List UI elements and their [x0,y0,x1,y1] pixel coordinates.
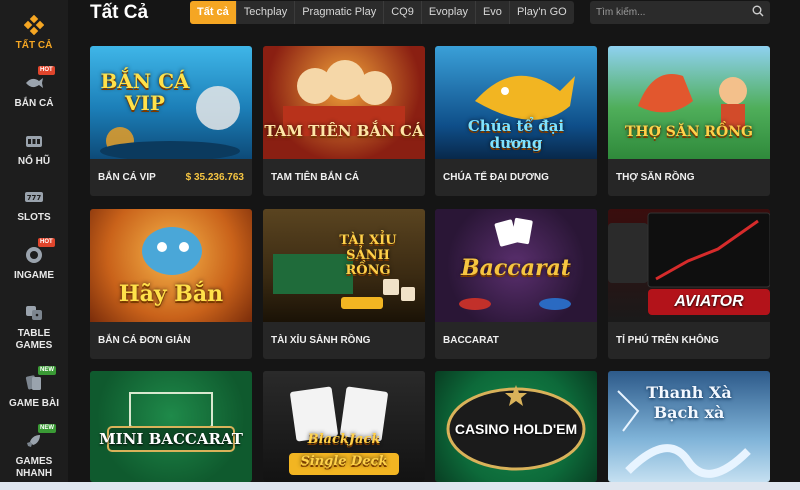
page-title: Tất Cả [90,2,149,23]
game-name: TÀI XỈU SẢNH RỒNG [271,335,371,346]
game-thumbnail: CASINO HOLD'EM [435,371,597,482]
chip-icon: HOT [22,238,55,266]
grid-icon [22,14,46,36]
game-art-title: TÀI XỈU SẢNH RỒNG [339,233,397,278]
new-badge: NEW [38,366,56,375]
sidebar-item-game-bai[interactable]: NEW GAME BÀI [0,366,68,410]
game-art-title: Chúa tể đại dương [467,117,565,152]
provider-tabs: Tất cả Techplay Pragmatic Play CQ9 Evopl… [190,1,574,24]
game-thumbnail: AVIATOR [608,209,770,322]
tab-all[interactable]: Tất cả [190,1,237,24]
new-badge: NEW [38,424,56,433]
coin-icon: $ [185,172,194,183]
game-card[interactable]: CASINO HOLD'EM [435,371,597,482]
game-thumbnail: TÀI XỈU SẢNH RỒNG [263,209,425,322]
jackpot-value: 35.236.763 [193,172,244,183]
game-card[interactable]: TÀI XỈU SẢNH RỒNG TÀI XỈU SẢNH RỒNG [263,209,425,359]
sidebar-item-ingame[interactable]: HOT INGAME [0,238,68,282]
cards-icon: NEW [22,366,56,394]
sidebar-item-label: SLOTS [17,212,51,223]
game-thumbnail: MINI BACCARAT [90,371,252,482]
sidebar-item-slots[interactable]: 777 SLOTS [0,186,68,224]
jackpot-amount: $ 35.236.763 [186,159,244,196]
game-art-title: Baccarat [461,255,571,281]
sidebar-item-table-games[interactable]: TABLE GAMES [0,302,68,352]
hot-badge: HOT [38,238,55,247]
game-card[interactable]: THỢ SĂN RỒNG THỢ SĂN RỒNG [608,46,770,196]
tab-playngo[interactable]: Play'n GO [510,1,574,24]
game-card[interactable]: AVIATOR TỈ PHÚ TRÊN KHÔNG [608,209,770,359]
search-input[interactable] [596,7,752,18]
game-name: TAM TIÊN BẮN CÁ [271,172,360,183]
tab-pragmatic-play[interactable]: Pragmatic Play [295,1,385,24]
game-art-title: BẮN CÁ VIP [100,69,190,115]
sidebar-item-label: INGAME [14,270,54,281]
game-card[interactable]: Baccarat BACCARAT [435,209,597,359]
search-box [590,1,770,24]
game-card[interactable]: Hãy Bắn BẮN CÁ ĐƠN GIẢN [90,209,252,359]
game-name: BACCARAT [443,335,499,346]
game-card[interactable]: MINI BACCARAT [90,371,252,482]
game-name: BẮN CÁ VIP [98,172,156,183]
rocket-icon: NEW [22,424,56,452]
dice-icon [22,302,46,324]
game-thumbnail: TAM TIÊN BẮN CÁ [263,46,425,159]
sidebar-item-label: TẤT CẢ [15,40,53,51]
sidebar-item-label: NỔ HŨ [17,156,51,167]
game-thumbnail: BlackJack Single Deck [263,371,425,482]
game-card[interactable]: BlackJack Single Deck [263,371,425,482]
sidebar-item-ban-ca[interactable]: HOT BẮN CÁ [0,66,68,110]
sidebar-item-label: TABLE GAMES [15,328,53,351]
tab-techplay[interactable]: Techplay [237,1,296,24]
game-card[interactable]: Chúa tể đại dương CHÚA TỂ ĐẠI DƯƠNG [435,46,597,196]
sidebar: TẤT CẢ HOT BẮN CÁ NỔ HŨ 777 SLOTS HOT IN… [0,0,68,490]
game-art-title: THỢ SĂN RỒNG [625,124,753,140]
sidebar-item-no-hu[interactable]: NỔ HŨ [0,130,68,168]
game-thumbnail: Baccarat [435,209,597,322]
game-art-title: CASINO HOLD'EM [454,421,578,437]
slot-machine-icon [22,130,46,152]
tab-evo[interactable]: Evo [476,1,510,24]
game-thumbnail: Chúa tể đại dương [435,46,597,159]
sidebar-item-all[interactable]: TẤT CẢ [0,14,68,52]
game-art-title: Thanh Xà Bạch xà [646,383,732,422]
sidebar-item-label: GAME BÀI [9,398,59,409]
game-art-title: MINI BACCARAT [99,430,243,448]
game-thumbnail: BẮN CÁ VIP [90,46,252,159]
game-card[interactable]: Thanh Xà Bạch xà [608,371,770,482]
game-art-title: Hãy Bắn [118,281,224,307]
tab-cq9[interactable]: CQ9 [384,1,422,24]
hot-badge: HOT [38,66,55,75]
svg-text:777: 777 [27,194,42,202]
game-thumbnail: THỢ SĂN RỒNG [608,46,770,159]
sidebar-item-label: GAMES NHANH [15,456,53,479]
os-taskbar [0,482,800,490]
slots-icon: 777 [22,186,46,208]
sidebar-item-games-nhanh[interactable]: NEW GAMES NHANH [0,424,68,480]
search-icon[interactable] [752,4,764,22]
sidebar-item-label: BẮN CÁ [14,98,54,109]
game-name: TỈ PHÚ TRÊN KHÔNG [616,335,719,346]
app: TẤT CẢ HOT BẮN CÁ NỔ HŨ 777 SLOTS HOT IN… [0,0,800,490]
game-art-title: BlackJack Single Deck [300,432,388,469]
game-art-title: TAM TIÊN BẮN CÁ [264,122,424,140]
game-name: CHÚA TỂ ĐẠI DƯƠNG [443,172,549,183]
tab-evoplay[interactable]: Evoplay [422,1,476,24]
game-thumbnail: Thanh Xà Bạch xà [608,371,770,482]
game-thumbnail: Hãy Bắn [90,209,252,322]
game-name: THỢ SĂN RỒNG [616,172,695,183]
game-card[interactable]: BẮN CÁ VIP BẮN CÁ VIP $ 35.236.763 [90,46,252,196]
game-card[interactable]: TAM TIÊN BẮN CÁ TAM TIÊN BẮN CÁ [263,46,425,196]
fish-icon: HOT [22,66,55,94]
game-art-title: AVIATOR [674,293,744,310]
game-name: BẮN CÁ ĐƠN GIẢN [98,335,191,346]
